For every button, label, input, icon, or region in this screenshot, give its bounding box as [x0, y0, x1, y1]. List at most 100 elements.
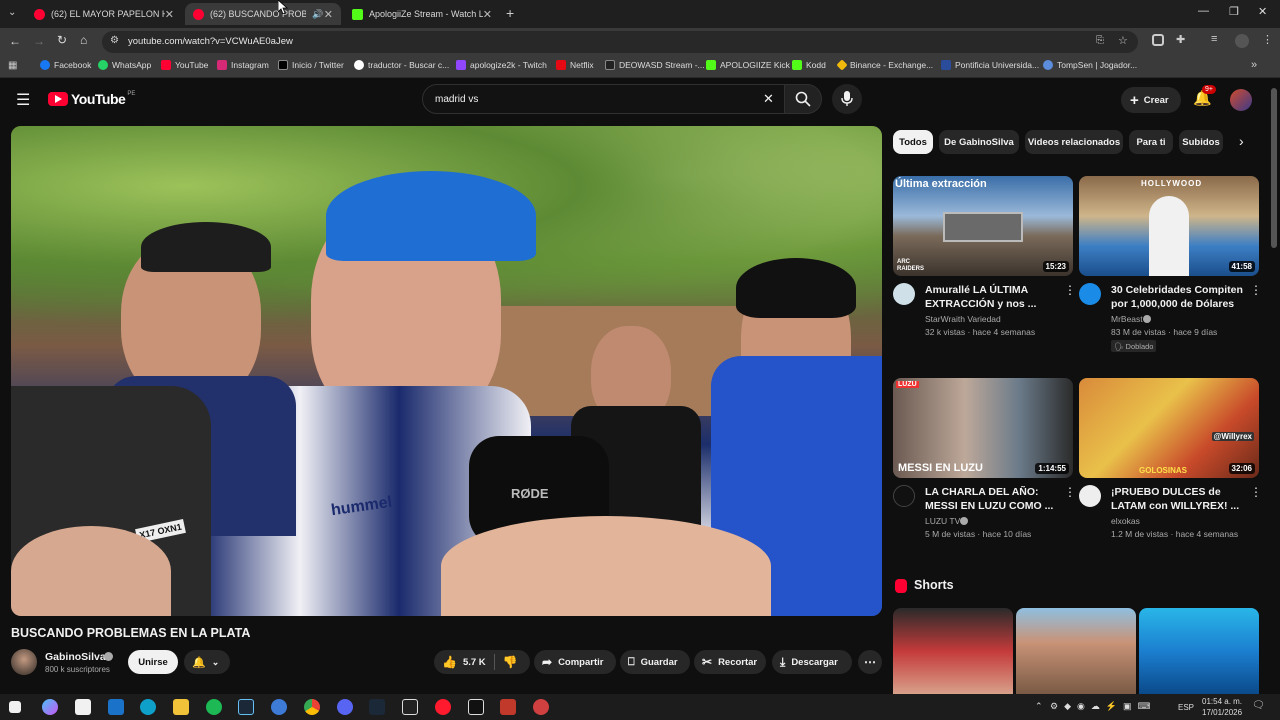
short-thumbnail-1[interactable]: [893, 608, 1013, 694]
save-button[interactable]: ⎕ Guardar: [620, 650, 690, 674]
address-bar[interactable]: ⚙ youtube.com/watch?v=VCWuAE0aJew ⎘ ☆: [102, 31, 1138, 53]
video-player[interactable]: hummel RØDE X17 OXN1: [11, 126, 882, 616]
short-thumbnail-3[interactable]: [1139, 608, 1259, 694]
reload-icon[interactable]: ↻: [57, 33, 67, 47]
language-indicator[interactable]: ESP: [1178, 703, 1194, 712]
tab-3[interactable]: ApologiiZe Stream - Watch Live ✕: [344, 3, 500, 25]
join-button[interactable]: Unirse: [128, 650, 178, 674]
rec-title[interactable]: LA CHARLA DEL AÑO: MESSI EN LUZU COMO ..…: [925, 485, 1060, 513]
more-actions-button[interactable]: ⋯: [858, 650, 882, 674]
install-icon[interactable]: ⎘: [1096, 35, 1104, 46]
media-control-icon[interactable]: ≡: [1211, 33, 1217, 45]
bookmark-kodd[interactable]: Kodd: [792, 60, 826, 70]
rec-channel[interactable]: elxokas: [1111, 515, 1140, 528]
apps-icon[interactable]: ▦: [8, 60, 17, 71]
chrome-icon[interactable]: [304, 699, 320, 715]
bookmark-twitch[interactable]: apologize2k - Twitch: [456, 60, 547, 70]
like-button[interactable]: 👍 5.7 K: [442, 655, 486, 669]
search-input[interactable]: madrid vs: [435, 94, 478, 105]
channel-avatar[interactable]: [893, 485, 915, 507]
site-info-icon[interactable]: ⚙: [110, 35, 119, 46]
windows-start-icon[interactable]: [9, 701, 21, 713]
bookmark-star-icon[interactable]: ☆: [1118, 34, 1128, 47]
download-button[interactable]: ⤓ Descargar: [772, 650, 852, 674]
more-vert-icon[interactable]: ⋮: [1064, 485, 1076, 499]
speaker-icon[interactable]: 🔊: [312, 9, 323, 20]
tray-overflow-icon[interactable]: ⌃: [1035, 701, 1043, 712]
bookmark-tompsen[interactable]: TompSen | Jogador...: [1043, 60, 1137, 70]
more-vert-icon[interactable]: ⋮: [1250, 485, 1262, 499]
app-icon[interactable]: [271, 699, 287, 715]
rec-channel[interactable]: MrBeast: [1111, 313, 1143, 326]
bookmark-twitter[interactable]: Inicio / Twitter: [278, 60, 344, 70]
channel-avatar[interactable]: [11, 649, 37, 675]
subscribe-notifications-button[interactable]: 🔔 ⌄: [184, 650, 230, 674]
edge-icon[interactable]: [140, 699, 156, 715]
clear-search-icon[interactable]: ✕: [763, 91, 774, 107]
spotify-icon[interactable]: [206, 699, 222, 715]
chip-todos[interactable]: Todos: [893, 130, 933, 154]
capcut-icon[interactable]: [468, 699, 484, 715]
tab-close-icon[interactable]: ✕: [324, 8, 333, 21]
channel-avatar[interactable]: [1079, 283, 1101, 305]
bookmark-binance[interactable]: Binance - Exchange...: [836, 59, 933, 71]
new-tab-button[interactable]: +: [506, 5, 514, 21]
more-vert-icon[interactable]: ⋮: [1064, 283, 1076, 297]
opera-icon[interactable]: [435, 699, 451, 715]
clip-button[interactable]: ✂ Recortar: [694, 650, 766, 674]
maximize-button[interactable]: ❐: [1229, 5, 1239, 18]
clock-date[interactable]: 17/01/2026: [1202, 708, 1242, 717]
bookmark-whatsapp[interactable]: WhatsApp: [98, 60, 151, 70]
steam-icon[interactable]: [369, 699, 385, 715]
account-avatar[interactable]: [1230, 89, 1252, 111]
tab-2[interactable]: (62) BUSCANDO PROBLEMAS 🔊 ✕: [185, 3, 341, 25]
chip-subidos[interactable]: Subidos: [1179, 130, 1223, 154]
discord-icon[interactable]: [337, 699, 353, 715]
rec-thumbnail-2[interactable]: HOLLYWOOD 41:58: [1079, 176, 1259, 276]
channel-avatar[interactable]: [1079, 485, 1101, 507]
bookmark-pontificia[interactable]: Pontificia Universida...: [941, 60, 1039, 70]
chip-para-ti[interactable]: Para ti: [1129, 130, 1173, 154]
forward-icon[interactable]: →: [33, 34, 45, 48]
rec-title[interactable]: 30 Celebridades Compiten por 1,000,000 d…: [1111, 283, 1246, 311]
dislike-button[interactable]: 👎: [503, 655, 518, 669]
voice-search-button[interactable]: [832, 84, 862, 114]
outlook-icon[interactable]: [108, 699, 124, 715]
profile-avatar[interactable]: [1235, 34, 1249, 48]
channel-avatar[interactable]: [893, 283, 915, 305]
minimize-button[interactable]: —: [1198, 5, 1209, 17]
steam-icon[interactable]: [238, 699, 254, 715]
create-button[interactable]: + Crear: [1121, 87, 1181, 113]
bookmark-deowasd[interactable]: DEOWASD Stream -...: [605, 60, 705, 70]
browser-menu-icon[interactable]: ⋮: [1262, 33, 1273, 46]
channel-name[interactable]: GabinoSilva: [45, 651, 106, 663]
close-window-button[interactable]: ✕: [1258, 5, 1267, 18]
home-icon[interactable]: ⌂: [80, 33, 87, 47]
bookmark-instagram[interactable]: Instagram: [217, 60, 269, 70]
bookmark-facebook[interactable]: Facebook: [40, 60, 91, 70]
more-vert-icon[interactable]: ⋮: [1250, 283, 1262, 297]
chip-videos-relacionados[interactable]: Videos relacionados: [1025, 130, 1123, 154]
page-scrollbar[interactable]: [1271, 88, 1277, 248]
extension-icon[interactable]: [1152, 34, 1164, 46]
rec-thumbnail-4[interactable]: @Willyrex GOLOSINAS 32:06: [1079, 378, 1259, 478]
epic-games-icon[interactable]: [402, 699, 418, 715]
bookmark-youtube[interactable]: YouTube: [161, 60, 208, 70]
chip-de-gabinosilva[interactable]: De GabinoSilva: [939, 130, 1019, 154]
rec-channel[interactable]: StarWraith Variedad: [925, 313, 1001, 326]
file-explorer-icon[interactable]: [173, 699, 189, 715]
rec-thumbnail-1[interactable]: Última extracción ARC RAIDERS 15:23: [893, 176, 1073, 276]
rec-title[interactable]: ¡PRUEBO DULCES de LATAM con WILLYREX! ..…: [1111, 485, 1246, 513]
rec-title[interactable]: Amurallé LA ÚLTIMA EXTRACCIÓN y nos ...: [925, 283, 1060, 311]
bookmarks-overflow-icon[interactable]: »: [1251, 59, 1257, 71]
bookmark-kick[interactable]: APOLOGIIZE Kick: [706, 60, 790, 70]
tab-1[interactable]: (62) EL MAYOR PAPELON HISTO ✕: [26, 3, 182, 25]
bookmark-netflix[interactable]: Netflix: [556, 60, 594, 70]
search-box[interactable]: madrid vs ✕: [422, 84, 786, 114]
extensions-puzzle-icon[interactable]: ✚: [1176, 33, 1185, 46]
rec-thumbnail-3[interactable]: LUZU MESSI EN LUZU 1:14:55: [893, 378, 1073, 478]
app-icon[interactable]: [533, 699, 549, 715]
clock-time[interactable]: 01:54 a. m.: [1202, 697, 1242, 706]
short-thumbnail-2[interactable]: [1016, 608, 1136, 694]
rec-channel[interactable]: LUZU TV: [925, 515, 960, 528]
